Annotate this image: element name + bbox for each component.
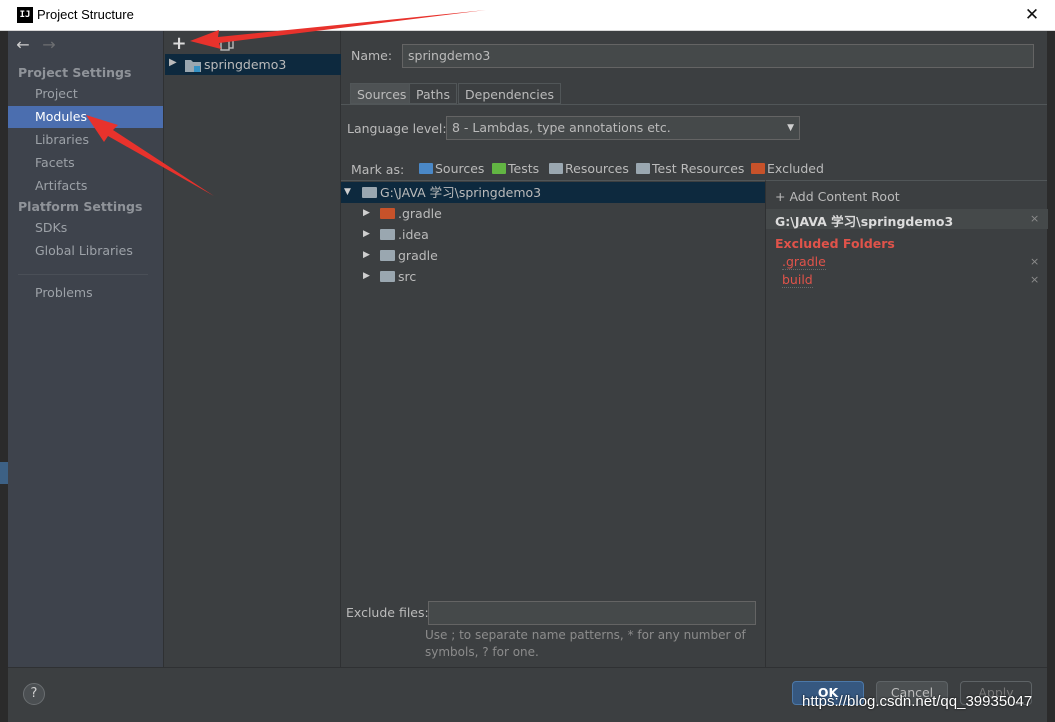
sidebar-item-libraries[interactable]: Libraries — [8, 129, 163, 151]
content-root-panel: + Add Content Root G:\JAVA 学习\springdemo… — [765, 180, 1048, 667]
tree-item-label: src — [398, 269, 417, 284]
mark-as-tests-button[interactable]: Tests — [492, 161, 539, 179]
tree-item-label: .gradle — [398, 206, 442, 221]
tests-folder-icon — [492, 163, 506, 174]
module-folder-icon — [185, 60, 201, 72]
mark-as-test-resources-button[interactable]: Test Resources — [636, 161, 744, 179]
excluded-folder-build[interactable]: build — [782, 272, 813, 288]
copy-module-icon[interactable] — [220, 37, 234, 51]
expand-arrow-icon[interactable]: ▶ — [169, 57, 177, 68]
modules-list-panel: + ▶ springdemo3 — [163, 31, 341, 667]
exclude-files-hint: Use ; to separate name patterns, * for a… — [425, 627, 755, 661]
excluded-folders-header: Excluded Folders — [775, 236, 895, 251]
tree-item-label: .idea — [398, 227, 429, 242]
sidebar-item-modules[interactable]: Modules — [8, 106, 163, 128]
tree-root-row[interactable]: ▼ G:\JAVA 学习\springdemo3 — [341, 182, 765, 203]
platform-settings-header: Platform Settings — [18, 199, 143, 214]
tree-row-gradle-hidden[interactable]: ▶ .gradle — [341, 203, 765, 224]
expand-arrow-icon[interactable]: ▶ — [363, 245, 370, 266]
source-folder-tree: ▼ G:\JAVA 学习\springdemo3 ▶ .gradle ▶ .id… — [341, 180, 765, 667]
collapse-arrow-icon[interactable]: ▼ — [344, 182, 351, 203]
sidebar-item-global-libraries[interactable]: Global Libraries — [8, 240, 163, 262]
content-root-row[interactable]: G:\JAVA 学习\springdemo3 × — [766, 209, 1048, 229]
folder-icon — [362, 187, 377, 198]
module-name-input[interactable]: springdemo3 — [402, 44, 1034, 68]
remove-content-root-icon[interactable]: × — [1030, 212, 1039, 225]
tab-underline — [341, 104, 1047, 105]
settings-sidebar: ← → Project Settings Project Modules Lib… — [8, 31, 163, 667]
tree-item-label: gradle — [398, 248, 438, 263]
expand-arrow-icon[interactable]: ▶ — [363, 224, 370, 245]
mark-as-resources-button[interactable]: Resources — [549, 161, 629, 179]
language-level-value: 8 - Lambdas, type annotations etc. — [452, 120, 671, 135]
tree-root-label: G:\JAVA 学习\springdemo3 — [380, 185, 542, 200]
excluded-folder-gradle[interactable]: .gradle — [782, 254, 826, 270]
folder-icon — [380, 229, 395, 240]
language-level-label: Language level: — [347, 121, 447, 136]
sidebar-item-project[interactable]: Project — [8, 83, 163, 105]
csdn-watermark: https://blog.csdn.net/qq_39935047 — [802, 693, 1033, 710]
mark-sources-label: Sources — [435, 161, 485, 176]
close-window-button[interactable]: ✕ — [1021, 4, 1043, 26]
sidebar-item-sdks[interactable]: SDKs — [8, 217, 163, 239]
tree-row-src[interactable]: ▶ src — [341, 266, 765, 287]
folder-icon — [380, 250, 395, 261]
exclude-hint-line-2: symbols, ? for one. — [425, 645, 539, 659]
test-resources-folder-icon — [636, 163, 650, 174]
sidebar-item-problems[interactable]: Problems — [8, 282, 163, 304]
module-item-springdemo3[interactable]: ▶ springdemo3 — [165, 54, 341, 75]
mark-as-label: Mark as: — [351, 162, 405, 177]
background-window-edge — [0, 462, 8, 484]
tab-paths[interactable]: Paths — [409, 83, 457, 104]
name-label: Name: — [351, 48, 393, 63]
window-frame-right — [1047, 31, 1055, 722]
remove-excluded-icon[interactable]: × — [1030, 255, 1039, 268]
exclude-files-input[interactable] — [428, 601, 756, 625]
sidebar-item-artifacts[interactable]: Artifacts — [8, 175, 163, 197]
content-root-path: G:\JAVA 学习\springdemo3 — [775, 214, 954, 229]
expand-arrow-icon[interactable]: ▶ — [363, 203, 370, 224]
mark-as-sources-button[interactable]: Sources — [419, 161, 484, 179]
tree-row-gradle[interactable]: ▶ gradle — [341, 245, 765, 266]
remove-excluded-icon[interactable]: × — [1030, 273, 1039, 286]
window-title: Project Structure — [37, 7, 134, 22]
sidebar-item-facets[interactable]: Facets — [8, 152, 163, 174]
forward-arrow-icon[interactable]: → — [38, 34, 60, 56]
exclude-hint-line-1: Use ; to separate name patterns, * for a… — [425, 628, 746, 642]
mark-excluded-label: Excluded — [767, 161, 824, 176]
add-content-root-button[interactable]: + Add Content Root — [775, 189, 900, 204]
window-frame-left — [0, 31, 8, 722]
excluded-folder-icon — [380, 208, 395, 219]
add-module-button[interactable]: + — [170, 34, 188, 54]
dropdown-arrow-icon: ▼ — [787, 123, 794, 133]
exclude-files-label: Exclude files: — [346, 605, 429, 620]
help-button[interactable]: ? — [23, 683, 45, 705]
intellij-app-icon: IJ — [17, 7, 33, 23]
mark-resources-label: Resources — [565, 161, 629, 176]
folder-icon — [380, 271, 395, 282]
tab-sources[interactable]: Sources — [350, 83, 414, 104]
sidebar-divider — [18, 274, 148, 275]
project-settings-header: Project Settings — [18, 65, 132, 80]
sources-folder-icon — [419, 163, 433, 174]
back-arrow-icon[interactable]: ← — [12, 34, 34, 56]
tree-row-idea[interactable]: ▶ .idea — [341, 224, 765, 245]
resources-folder-icon — [549, 163, 563, 174]
mark-tests-label: Tests — [508, 161, 540, 176]
language-level-select[interactable]: 8 - Lambdas, type annotations etc. ▼ — [446, 116, 800, 140]
tab-dependencies[interactable]: Dependencies — [458, 83, 561, 104]
excluded-folder-icon — [751, 163, 765, 174]
expand-arrow-icon[interactable]: ▶ — [363, 266, 370, 287]
title-bar: IJ Project Structure ✕ — [0, 0, 1055, 31]
mark-as-excluded-button[interactable]: Excluded — [751, 161, 824, 179]
mark-test-resources-label: Test Resources — [652, 161, 745, 176]
module-label: springdemo3 — [204, 57, 287, 72]
